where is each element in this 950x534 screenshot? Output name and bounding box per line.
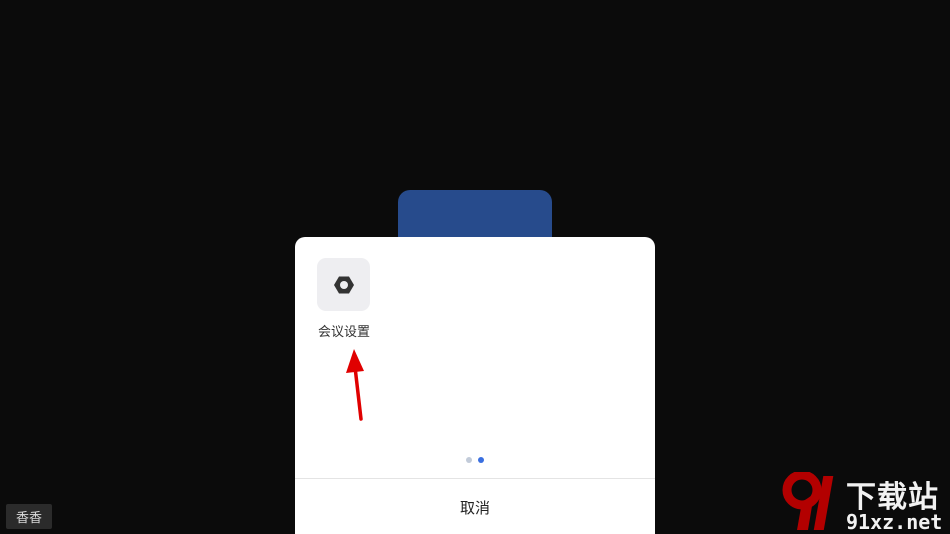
cancel-button[interactable]: 取消 xyxy=(295,479,655,534)
watermark: 下载站 91xz.net xyxy=(780,472,950,534)
hex-gear-icon xyxy=(333,276,354,293)
watermark-url: 91xz.net xyxy=(846,510,943,534)
annotation-arrow-icon xyxy=(346,349,364,421)
meeting-settings-label: 会议设置 xyxy=(317,325,370,340)
page-dot-2-active[interactable] xyxy=(478,457,484,463)
meeting-settings-icon-box xyxy=(317,258,370,311)
participant-name-tag: 香香 xyxy=(6,504,53,529)
watermark-logo-icon xyxy=(782,472,834,530)
page-indicator xyxy=(295,457,655,463)
meeting-settings-button[interactable]: 会议设置 xyxy=(317,258,373,340)
meeting-stage: 会议设置 取消 香香 下载站 91xz.net xyxy=(0,0,950,534)
page-dot-1[interactable] xyxy=(466,457,472,463)
